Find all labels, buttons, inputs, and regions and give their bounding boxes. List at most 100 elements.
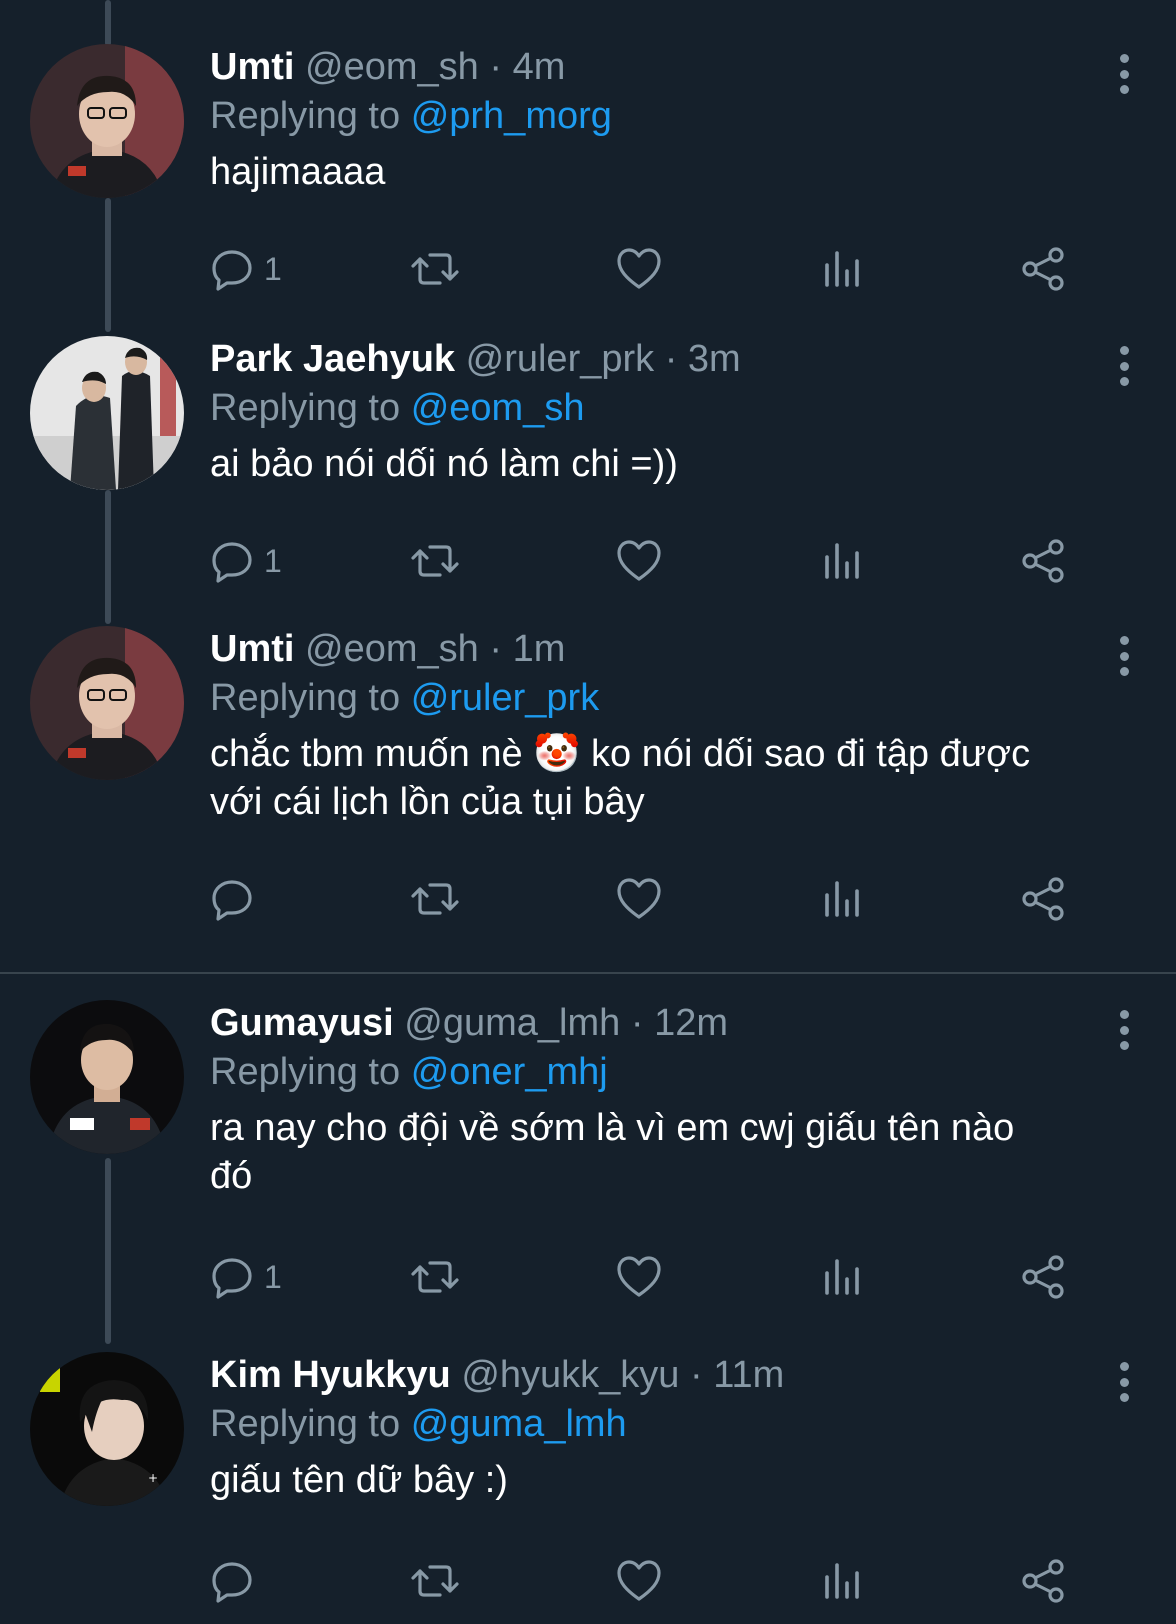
tweet-text: giấu tên dữ bây :) <box>210 1456 1136 1504</box>
action-bar: 1 <box>210 536 1110 586</box>
reply-button[interactable] <box>210 874 264 924</box>
share-button[interactable] <box>1020 1252 1066 1302</box>
replying-to-label: Replying to <box>210 677 401 719</box>
tweet-text-line: ai bảo nói dối nó làm chi =)) <box>210 443 678 485</box>
avatar[interactable] <box>30 626 184 780</box>
like-icon <box>617 540 661 581</box>
reply-button[interactable]: 1 <box>210 244 282 294</box>
replying-to-label: Replying to <box>210 1403 401 1445</box>
replying-to-label: Replying to <box>210 387 401 429</box>
retweet-button[interactable] <box>410 1252 460 1302</box>
analytics-button[interactable] <box>822 1556 862 1606</box>
timestamp[interactable]: 1m <box>513 628 566 670</box>
replying-to-label: Replying to <box>210 1051 401 1093</box>
share-icon <box>1022 1559 1064 1603</box>
replying-to: Replying to @eom_sh <box>210 382 1136 434</box>
tweet[interactable]: + Kim Hyukkyu @hyukk_kyu · 11m Replying … <box>0 1352 1176 1624</box>
user-handle[interactable]: @hyukk_kyu <box>461 1354 679 1396</box>
share-button[interactable] <box>1020 536 1066 586</box>
more-icon[interactable] <box>1112 346 1136 386</box>
share-button[interactable] <box>1020 874 1066 924</box>
display-name[interactable]: Umti <box>210 628 294 670</box>
mention-link[interactable]: @ruler_prk <box>411 677 600 719</box>
retweet-button[interactable] <box>410 874 460 924</box>
analytics-button[interactable] <box>822 244 862 294</box>
display-name[interactable]: Gumayusi <box>210 1002 394 1044</box>
svg-text:+: + <box>148 1471 158 1485</box>
tweet-text-line: giấu tên dữ bây :) <box>210 1459 508 1501</box>
like-button[interactable] <box>616 536 662 586</box>
like-button[interactable] <box>616 1252 662 1302</box>
tweet-text: hajimaaaa <box>210 148 1136 196</box>
reply-button[interactable] <box>210 1556 264 1606</box>
retweet-button[interactable] <box>410 536 460 586</box>
tweet[interactable]: Gumayusi @guma_lmh · 12m Replying to @on… <box>0 1000 1176 1320</box>
analytics-icon <box>825 881 859 917</box>
tweet-header: Kim Hyukkyu @hyukk_kyu · 11m <box>210 1352 1136 1398</box>
action-bar: 1 <box>210 1252 1110 1302</box>
timestamp[interactable]: 11m <box>713 1354 784 1396</box>
reply-button[interactable]: 1 <box>210 1252 282 1302</box>
tweet-text-line: ra nay cho đội về sớm là vì em cwj giấu … <box>210 1107 1015 1149</box>
reply-count: 1 <box>264 1258 282 1295</box>
mention-link[interactable]: @guma_lmh <box>411 1403 627 1445</box>
tweet-text: ra nay cho đội về sớm là vì em cwj giấu … <box>210 1104 1136 1200</box>
like-icon <box>617 1560 661 1601</box>
tweet-text-line: hajimaaaa <box>210 151 386 193</box>
separator-dot: · <box>630 1002 644 1044</box>
user-handle[interactable]: @ruler_prk <box>466 338 655 380</box>
replying-to: Replying to @prh_morg <box>210 90 1136 142</box>
retweet-icon <box>411 545 459 577</box>
mention-link[interactable]: @oner_mhj <box>411 1051 608 1093</box>
tweet[interactable]: Park Jaehyuk @ruler_prk · 3m Replying to… <box>0 336 1176 606</box>
timestamp[interactable]: 12m <box>654 1002 728 1044</box>
avatar[interactable] <box>30 44 184 198</box>
like-button[interactable] <box>616 244 662 294</box>
like-icon <box>617 878 661 919</box>
timestamp[interactable]: 4m <box>513 46 566 88</box>
analytics-button[interactable] <box>822 1252 862 1302</box>
tweet[interactable]: Umti @eom_sh · 4m Replying to @prh_morg … <box>0 44 1176 314</box>
tweet-text-line: với cái lịch lồn của tụi bây <box>210 781 645 823</box>
mention-link[interactable]: @eom_sh <box>411 387 585 429</box>
user-handle[interactable]: @eom_sh <box>305 628 479 670</box>
reply-count: 1 <box>264 542 282 579</box>
more-icon[interactable] <box>1112 1010 1136 1050</box>
reply-icon <box>212 542 252 583</box>
more-icon[interactable] <box>1112 1362 1136 1402</box>
share-icon <box>1022 539 1064 583</box>
display-name[interactable]: Park Jaehyuk <box>210 338 455 380</box>
display-name[interactable]: Kim Hyukkyu <box>210 1354 451 1396</box>
thread-line <box>105 0 111 46</box>
avatar[interactable] <box>30 336 184 490</box>
separator-dot: · <box>664 338 678 380</box>
share-button[interactable] <box>1020 244 1066 294</box>
replying-to-label: Replying to <box>210 95 401 137</box>
tweet-text: chắc tbm muốn nè 🤡 ko nói dối sao đi tập… <box>210 730 1136 826</box>
retweet-button[interactable] <box>410 244 460 294</box>
user-handle[interactable]: @guma_lmh <box>404 1002 620 1044</box>
thread-separator <box>0 972 1176 974</box>
timestamp[interactable]: 3m <box>688 338 741 380</box>
analytics-icon <box>825 1259 859 1295</box>
analytics-icon <box>825 251 859 287</box>
action-bar: 1 <box>210 244 1110 294</box>
analytics-button[interactable] <box>822 874 862 924</box>
display-name[interactable]: Umti <box>210 46 294 88</box>
avatar[interactable] <box>30 1000 184 1154</box>
avatar[interactable]: + <box>30 1352 184 1506</box>
like-button[interactable] <box>616 874 662 924</box>
separator-dot: · <box>489 46 502 88</box>
retweet-button[interactable] <box>410 1556 460 1606</box>
reply-button[interactable]: 1 <box>210 536 282 586</box>
more-icon[interactable] <box>1112 54 1136 94</box>
user-handle[interactable]: @eom_sh <box>305 46 479 88</box>
mention-link[interactable]: @prh_morg <box>411 95 612 137</box>
replying-to: Replying to @ruler_prk <box>210 672 1136 724</box>
analytics-button[interactable] <box>822 536 862 586</box>
more-icon[interactable] <box>1112 636 1136 676</box>
reply-icon <box>212 1562 252 1603</box>
tweet[interactable]: Umti @eom_sh · 1m Replying to @ruler_prk… <box>0 626 1176 956</box>
like-button[interactable] <box>616 1556 662 1606</box>
share-button[interactable] <box>1020 1556 1066 1606</box>
